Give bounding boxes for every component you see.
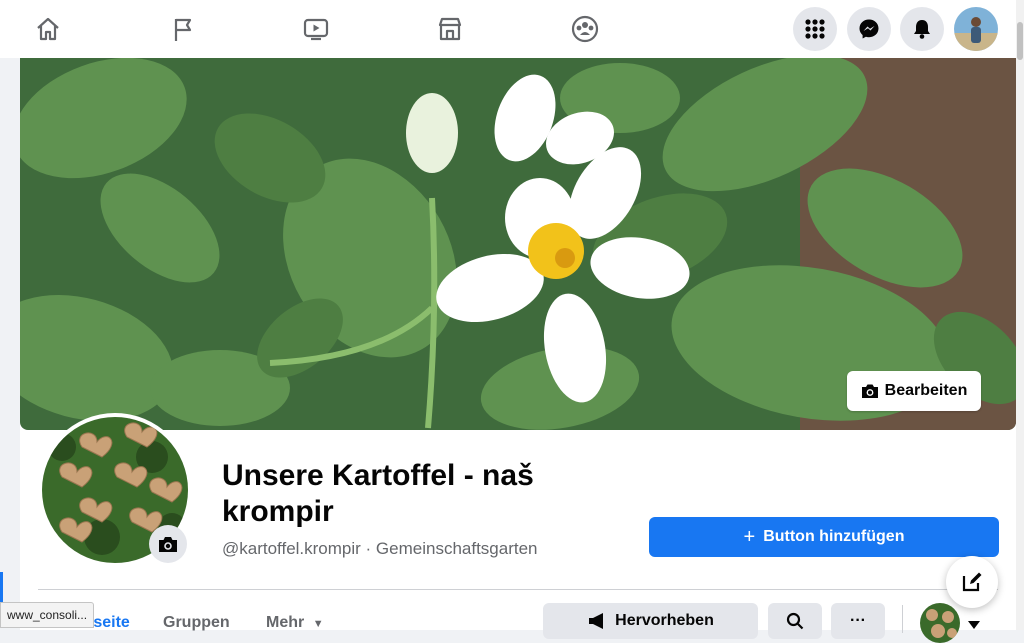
edit-cover-button[interactable]: Bearbeiten [847,371,981,411]
add-button[interactable]: + Button hinzufügen [649,517,999,557]
plus-icon: + [743,525,756,548]
search-button[interactable] [768,603,822,639]
marketplace-icon[interactable] [432,11,468,47]
flag-icon[interactable] [165,11,201,47]
watch-icon[interactable] [298,11,334,47]
search-icon [786,612,804,630]
tab-more[interactable]: Mehr ▼ [266,614,324,632]
compose-icon [962,572,982,592]
caret-down-icon[interactable] [968,616,980,634]
messenger-icon[interactable] [847,7,891,51]
more-options-label: ··· [850,612,866,629]
caret-down-icon: ▼ [312,618,324,630]
camera-icon [159,537,177,552]
separator [902,605,903,633]
promote-button[interactable]: Hervorheben [543,603,758,639]
edit-cover-label: Bearbeiten [884,382,968,399]
menu-grid-icon[interactable] [793,7,837,51]
scrollbar-thumb[interactable] [1017,22,1023,60]
bell-icon[interactable] [900,7,944,51]
megaphone-icon [589,613,604,629]
tab-home[interactable]: tseite [88,614,130,632]
camera-icon [861,384,878,398]
page-title: Unsere Kartoffel - naš krompir [222,459,534,528]
left-highlight-strip [0,572,3,602]
groups-icon[interactable] [567,11,603,47]
page-avatar-switcher[interactable] [920,603,960,643]
more-options-button[interactable]: ··· [831,603,885,639]
scrollbar[interactable] [1016,0,1024,630]
home-icon[interactable] [30,11,66,47]
account-avatar[interactable] [954,7,998,51]
profile-camera-button[interactable] [149,525,187,563]
left-margin [0,58,20,630]
divider [38,589,998,590]
compose-message-button[interactable] [946,556,998,608]
tab-more-label: Mehr [266,614,305,631]
tab-groups[interactable]: Gruppen [163,614,230,632]
promote-label: Hervorheben [615,612,714,629]
page-handle-category: @kartoffel.krompir · Gemeinschaftsgarten [222,539,538,558]
add-button-label: Button hinzufügen [763,528,905,545]
status-url-tooltip: www_consoli... [0,602,95,628]
